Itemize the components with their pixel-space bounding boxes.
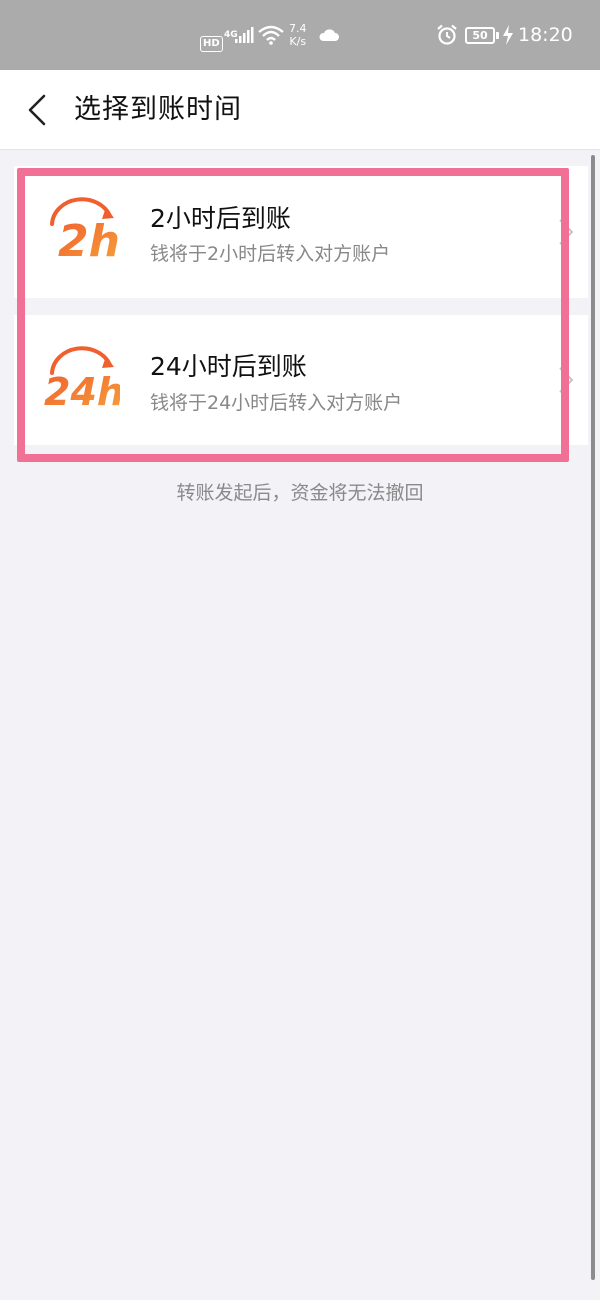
chevron-right-icon [559, 367, 574, 393]
network-speed: 7.4 K/s [289, 0, 307, 70]
back-arrow-icon [28, 94, 46, 126]
clock-24h-icon: 24h [44, 343, 124, 414]
status-bar: HD 4G 7.4 K/s 50 18:20 [0, 0, 600, 70]
option-title: 24小时后到账 [150, 352, 307, 381]
chevron-right-icon [559, 219, 574, 245]
irrevocable-note: 转账发起后，资金将无法撤回 [176, 482, 424, 504]
option-subtitle: 钱将于24小时后转入对方账户 [150, 392, 403, 414]
option-subtitle: 钱将于2小时后转入对方账户 [150, 243, 391, 265]
speed-unit: K/s [289, 35, 307, 48]
scrollbar[interactable] [591, 155, 595, 1280]
option-2h[interactable]: 2h 2小时后到账 钱将于2小时后转入对方账户 [14, 166, 588, 298]
speed-value: 7.4 [289, 22, 307, 35]
alarm-icon [436, 0, 458, 70]
charging-icon [502, 0, 514, 70]
header-bar: 选择到账时间 [0, 70, 600, 150]
wifi-icon [258, 0, 284, 70]
signal-icon [234, 0, 254, 70]
clock-2h-icon: 2h [44, 194, 120, 267]
battery-indicator: 50 [465, 0, 499, 70]
battery-tip [496, 31, 499, 39]
icon-label: 2h [58, 216, 120, 264]
battery-level: 50 [465, 26, 495, 44]
cloud-icon [318, 0, 340, 70]
option-title: 2小时后到账 [150, 204, 291, 233]
icon-label: 24h [44, 370, 120, 413]
option-24h[interactable]: 24h 24小时后到账 钱将于24小时后转入对方账户 [14, 315, 588, 445]
hd-badge: HD [200, 36, 223, 52]
page-title: 选择到账时间 [74, 94, 242, 125]
clock: 18:20 [518, 24, 573, 46]
back-button[interactable] [20, 92, 56, 128]
